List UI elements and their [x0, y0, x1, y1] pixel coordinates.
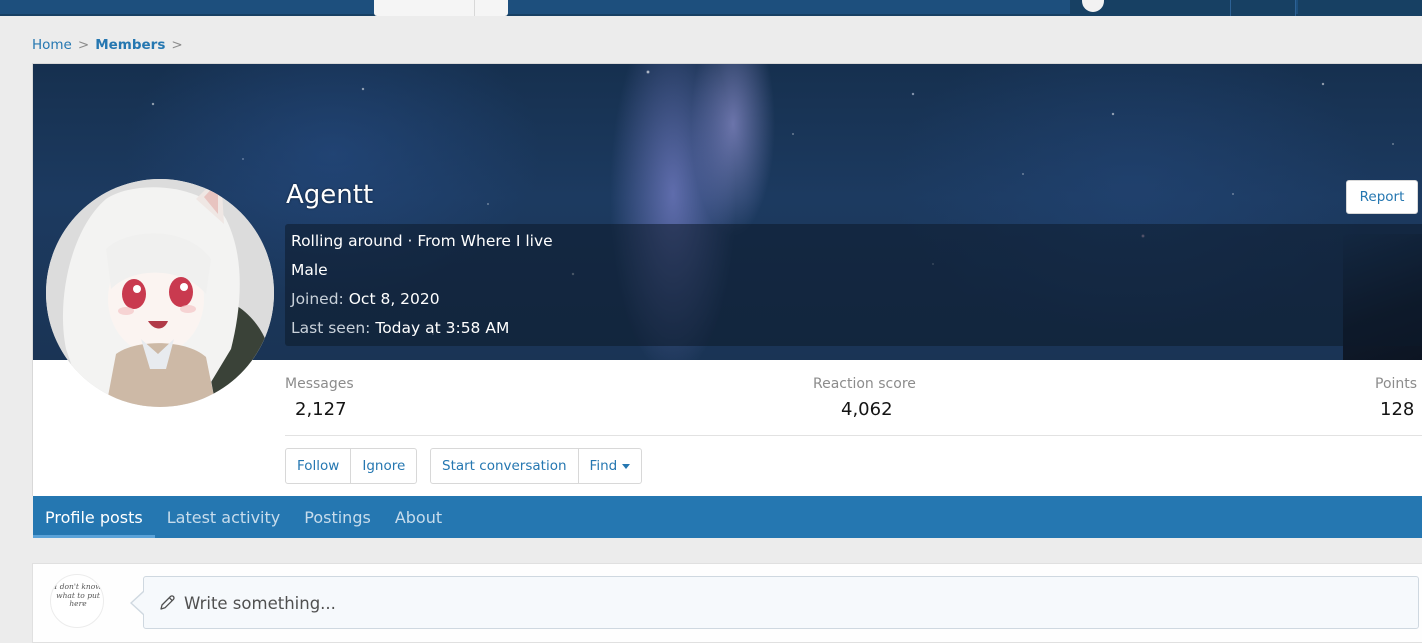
find-menu-button[interactable]: Find	[577, 449, 642, 483]
avatar-illustration	[46, 179, 274, 407]
tab-latest-activity[interactable]: Latest activity	[155, 496, 293, 538]
write-something-input[interactable]: Write something...	[143, 576, 1419, 629]
breadcrumb-separator: >	[171, 37, 183, 53]
last-seen-value: Today at 3:58 AM	[375, 319, 510, 337]
points-stat-value[interactable]: 128	[1380, 399, 1414, 420]
member-card: Agentt Rolling around · From Where I liv…	[32, 63, 1422, 538]
profile-tabs: Profile posts Latest activity Postings A…	[33, 496, 1422, 538]
follow-ignore-button-group: Follow Ignore	[285, 448, 418, 484]
current-user-avatar[interactable]: I don't know what to put here	[50, 574, 104, 628]
header-divider	[1230, 0, 1231, 16]
member-avatar[interactable]	[46, 179, 274, 407]
member-name[interactable]: Agentt	[286, 180, 373, 210]
nav-tab-active[interactable]	[374, 0, 508, 16]
tab-postings[interactable]: Postings	[292, 496, 383, 538]
messages-stat-label: Messages	[285, 376, 354, 392]
member-last-seen: Last seen: Today at 3:58 AM	[291, 319, 509, 337]
caret-down-icon	[622, 464, 631, 469]
messages-stat-value[interactable]: 2,127	[295, 399, 347, 420]
joined-value: Oct 8, 2020	[348, 290, 440, 308]
reaction-score-stat-label: Reaction score	[813, 376, 916, 392]
start-conversation-button[interactable]: Start conversation	[431, 449, 578, 483]
member-status: Rolling around · From Where I live	[291, 232, 553, 250]
tab-profile-posts[interactable]: Profile posts	[33, 496, 155, 538]
find-menu-label: Find	[589, 458, 618, 474]
breadcrumb: Home > Members >	[32, 37, 189, 53]
avatar-handwritten-text: I don't know what to put here	[54, 582, 102, 608]
tab-about[interactable]: About	[383, 496, 454, 538]
reaction-score-stat-value: 4,062	[841, 399, 893, 420]
joined-label: Joined:	[291, 290, 344, 308]
breadcrumb-members-link[interactable]: Members	[95, 37, 165, 53]
pencil-icon	[160, 595, 175, 610]
report-button[interactable]: Report	[1346, 180, 1418, 214]
composer-placeholder: Write something...	[184, 594, 336, 613]
composer-pointer-inner	[132, 592, 144, 614]
conversation-find-button-group: Start conversation Find	[430, 448, 643, 484]
site-header	[0, 0, 1422, 16]
ignore-button[interactable]: Ignore	[350, 449, 416, 483]
header-divider	[1295, 0, 1296, 16]
member-joined: Joined: Oct 8, 2020	[291, 290, 440, 308]
breadcrumb-home-link[interactable]: Home	[32, 37, 72, 53]
header-search-area[interactable]	[1298, 0, 1422, 16]
follow-button[interactable]: Follow	[286, 449, 350, 483]
breadcrumb-separator: >	[77, 37, 90, 53]
profile-post-composer: I don't know what to put here Write some…	[32, 563, 1422, 643]
points-stat-label: Points	[1375, 376, 1418, 392]
member-gender: Male	[291, 261, 328, 279]
card-separator	[285, 435, 1422, 436]
last-seen-label: Last seen:	[291, 319, 371, 337]
